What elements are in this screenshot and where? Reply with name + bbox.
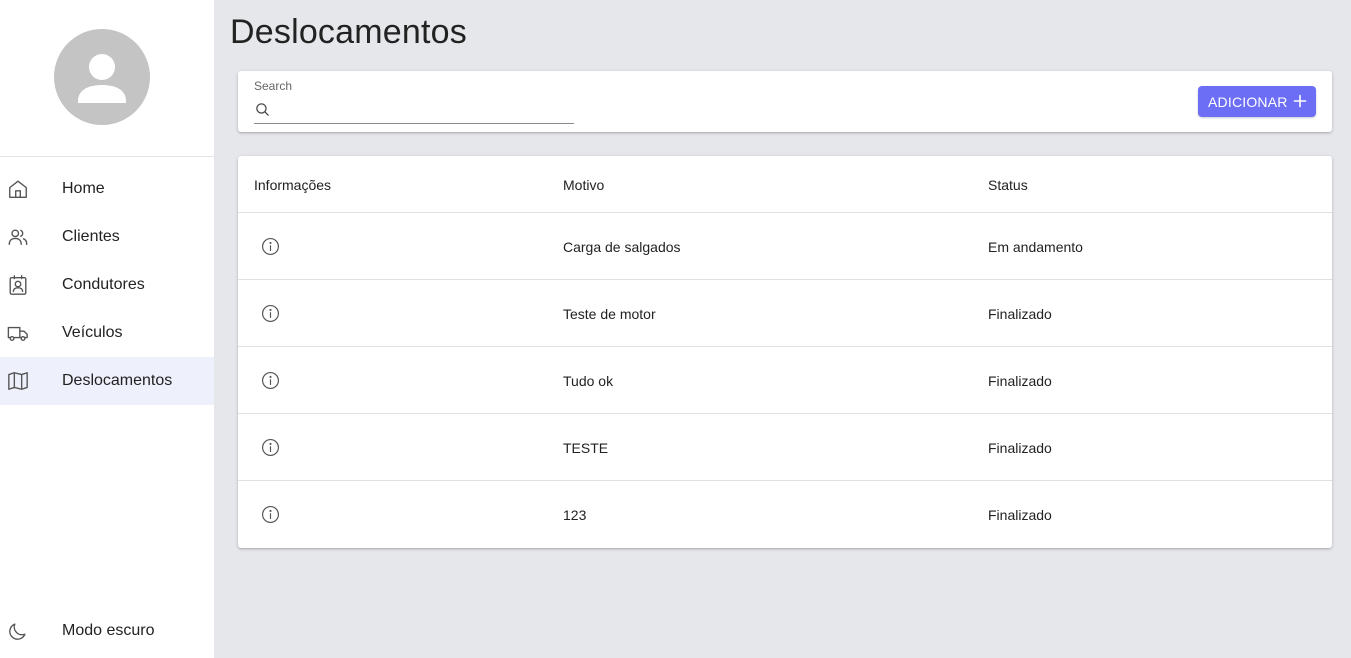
sidebar-item-label: Deslocamentos: [62, 372, 173, 389]
column-header-status: Status: [988, 177, 1028, 193]
avatar[interactable]: [54, 29, 150, 125]
add-button[interactable]: ADICIONAR: [1198, 86, 1316, 117]
table-row: 123 Finalizado: [238, 481, 1332, 548]
sidebar-item-home[interactable]: Home: [0, 165, 214, 213]
column-header-motivo: Motivo: [563, 177, 605, 193]
table-row: Teste de motor Finalizado: [238, 280, 1332, 347]
profile-area: [0, 0, 214, 157]
sidebar-item-label: Veículos: [62, 324, 123, 341]
sidebar-item-label: Condutores: [62, 276, 145, 293]
info-icon[interactable]: [261, 237, 280, 256]
info-icon[interactable]: [261, 304, 280, 323]
table-row: TESTE Finalizado: [238, 414, 1332, 481]
page-title: Deslocamentos: [230, 13, 467, 51]
table-header: Informações Motivo Status: [238, 156, 1332, 213]
info-icon[interactable]: [261, 505, 280, 524]
column-header-informacoes: Informações: [254, 177, 332, 193]
search-icon: [256, 103, 269, 116]
cell-motivo: TESTE: [563, 440, 609, 456]
cell-status: Finalizado: [988, 440, 1052, 456]
cell-status: Em andamento: [988, 239, 1083, 255]
sidebar-item-deslocamentos[interactable]: Deslocamentos: [0, 357, 214, 405]
add-button-label: ADICIONAR: [1208, 93, 1288, 110]
sidebar-item-condutores[interactable]: Condutores: [0, 261, 214, 309]
search-label: Search: [254, 79, 293, 93]
cell-status: Finalizado: [988, 306, 1052, 322]
users-icon: [8, 229, 28, 246]
table-row: Tudo ok Finalizado: [238, 347, 1332, 414]
dark-mode-toggle[interactable]: Modo escuro: [0, 607, 214, 655]
trips-table: Informações Motivo Status Carga de salga…: [238, 156, 1332, 548]
search-input[interactable]: [278, 99, 572, 121]
plus-icon: [1293, 94, 1307, 108]
cell-motivo: Teste de motor: [563, 306, 656, 322]
search-field[interactable]: [254, 99, 574, 124]
toolbar: Search ADICIONAR: [238, 71, 1332, 132]
map-icon: [8, 372, 28, 390]
sidebar-item-clientes[interactable]: Clientes: [0, 213, 214, 261]
moon-icon: [9, 623, 26, 640]
truck-icon: [7, 326, 28, 342]
dark-mode-label: Modo escuro: [62, 622, 155, 639]
cell-status: Finalizado: [988, 507, 1052, 523]
user-placeholder-icon: [78, 54, 126, 103]
sidebar-item-veiculos[interactable]: Veículos: [0, 309, 214, 357]
info-icon[interactable]: [261, 438, 280, 457]
sidebar-item-label: Clientes: [62, 228, 120, 245]
info-icon[interactable]: [261, 371, 280, 390]
table-row: Carga de salgados Em andamento: [238, 213, 1332, 280]
id-badge-icon: [9, 275, 27, 295]
home-icon: [9, 180, 27, 198]
sidebar-nav: Home Clientes Condutores Veículos Desloc…: [0, 165, 214, 405]
cell-status: Finalizado: [988, 373, 1052, 389]
cell-motivo: Carga de salgados: [563, 239, 681, 255]
cell-motivo: 123: [563, 507, 587, 523]
sidebar: Home Clientes Condutores Veículos Desloc…: [0, 0, 214, 658]
cell-motivo: Tudo ok: [563, 373, 614, 389]
sidebar-item-label: Home: [62, 180, 105, 197]
